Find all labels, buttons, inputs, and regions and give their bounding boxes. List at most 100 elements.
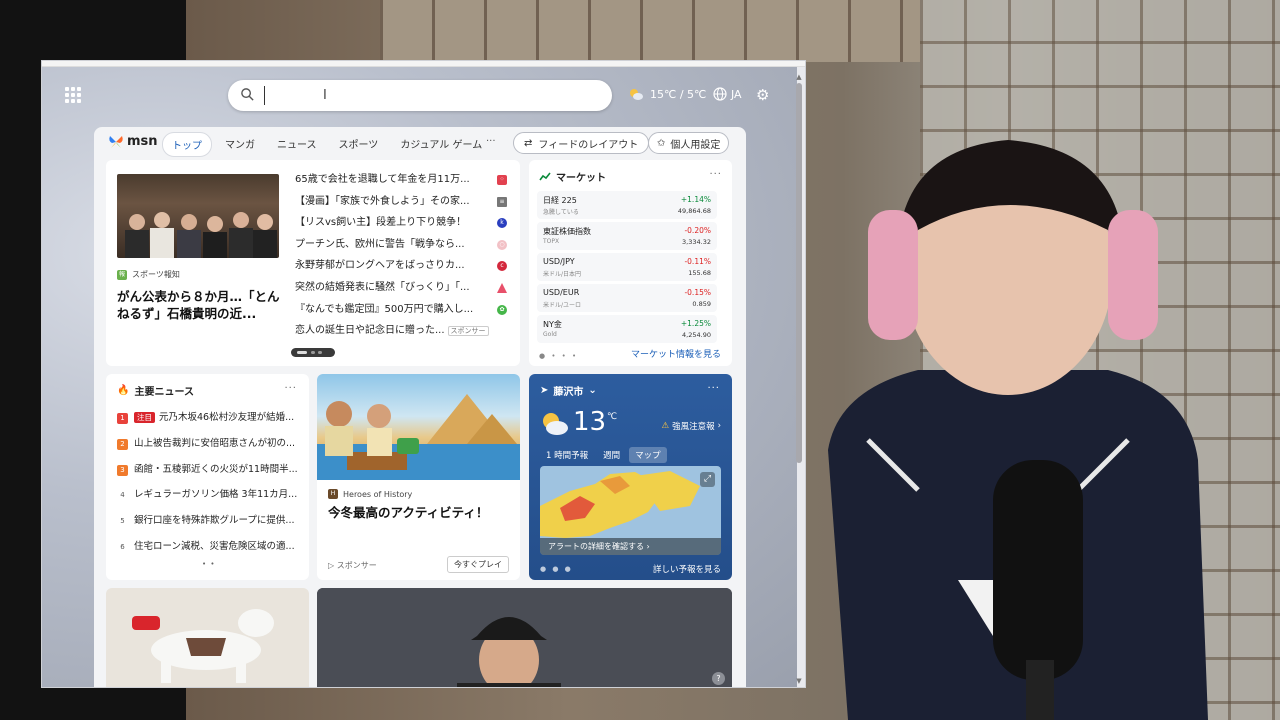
play-now-button[interactable]: 今すぐプレイ (447, 556, 509, 573)
tab-casual-games[interactable]: カジュアル ゲーム (391, 132, 491, 157)
language-selector[interactable]: JA (713, 87, 742, 101)
market-change: -0.15% (684, 288, 711, 297)
market-title: マーケット (556, 173, 606, 184)
headline-item[interactable]: 永野芽郁がロングヘアをばっさりカ... c (295, 255, 507, 277)
main-news-pager[interactable]: • • (202, 560, 215, 568)
market-row[interactable]: USD/JPY 米ドル/日本円 -0.11% 155.68 (537, 253, 717, 281)
headline-text: 『なんでも鑑定団』500万円で購入し... (295, 303, 474, 315)
feed-layout-button[interactable]: ⇄ フィードのレイアウト (513, 132, 650, 154)
hero-headline[interactable]: がん公表から８か月…「とんねるず」石橋貴明の近... (117, 288, 285, 322)
msn-logo[interactable]: msn (108, 134, 158, 149)
scroll-down-icon[interactable]: ▼ (795, 677, 803, 685)
main-news-text: 住宅ローン減税、災害危険区域の適... (134, 540, 295, 552)
expand-icon[interactable]: ⤢ (700, 472, 715, 487)
sliders-icon: ⇄ (524, 137, 533, 149)
msn-butterfly-icon (109, 135, 123, 148)
game-ad-source: H Heroes of History (328, 489, 412, 499)
header-weather[interactable]: 15℃ / 5℃ (628, 87, 706, 101)
rank-number: 3 (117, 464, 128, 476)
rank-number: 6 (120, 542, 125, 551)
tab-map[interactable]: マップ (629, 447, 667, 463)
settings-gear-icon[interactable]: ⚙ (756, 87, 772, 103)
market-sub: 米ドル/ユーロ (543, 302, 582, 309)
detailed-forecast-link[interactable]: 詳しい予報を見る (653, 563, 721, 575)
main-news-card: 🔥 主要ニュース ··· 1 注目 元乃木坂46松村沙友理が結婚... 2 山上被告裁… (106, 374, 309, 580)
headline-item[interactable]: 『なんでも鑑定団』500万円で購入し... ✿ (295, 299, 507, 321)
green-source-icon: ✿ (497, 304, 507, 315)
tab-weekly[interactable]: 週間 (597, 447, 626, 463)
main-news-item[interactable]: 3 函館・五稜郭近くの火災が11時間半... (117, 461, 302, 487)
nav-more-button[interactable]: ··· (486, 136, 496, 147)
pink-source-icon: ○ (497, 239, 507, 250)
market-sub: TOPX (543, 238, 560, 245)
search-input[interactable] (264, 86, 594, 105)
tab-manga[interactable]: マンガ (216, 132, 264, 157)
headline-item[interactable]: プーチン氏、欧州に警告「戦争なら... ○ (295, 234, 507, 256)
chevron-down-icon: ⌄ (588, 385, 597, 396)
headline-text: 突然の結婚発表に騒然「びっくり」「... (295, 281, 470, 293)
tab-sports[interactable]: スポーツ (330, 132, 388, 157)
headline-item[interactable]: 【漫画】「家族で外食しよう」その家... ≡ (295, 191, 507, 213)
game-ad-card[interactable]: H Heroes of History 今冬最高のアクティビティ！ ▷ スポンサ… (317, 374, 520, 580)
headline-text: 永野芽郁がロングヘアをばっさりカ... (295, 260, 465, 272)
main-news-item[interactable]: 1 注目 元乃木坂46松村沙友理が結婚... (117, 409, 302, 435)
market-change: -0.11% (684, 257, 711, 266)
market-value: 0.859 (692, 300, 711, 308)
page-scrollbar[interactable]: ▲ ▼ (795, 73, 803, 685)
weather-pager[interactable]: ● ● ● (540, 565, 573, 573)
scrollbar-thumb[interactable] (796, 83, 802, 463)
weather-alert[interactable]: ⚠ 強風注意報 › (661, 420, 721, 432)
game-ad-title[interactable]: 今冬最高のアクティビティ！ (328, 502, 488, 521)
market-row[interactable]: NY金 Gold +1.25% 4,254.90 (537, 315, 717, 343)
market-change: +1.25% (680, 319, 711, 328)
sports-hochi-logo-icon: 報 (117, 269, 127, 280)
headline-text: 【リスvs飼い主】段差上り下り競争！ (295, 217, 467, 229)
sponsored-headline[interactable]: 恋人の誕生日や記念日に贈った... スポンサー (295, 320, 507, 342)
flame-icon: 🔥 (117, 385, 130, 396)
apps-grid-icon[interactable] (65, 87, 81, 103)
scroll-up-icon[interactable]: ▲ (795, 73, 803, 81)
main-news-item[interactable]: 4 レギュラーガソリン価格 3年11カ月... (117, 486, 302, 512)
headline-item[interactable]: 65歳で会社を退職して年金を月11万... ⁘ (295, 169, 507, 191)
tab-news[interactable]: ニュース (268, 132, 326, 157)
tab-hourly[interactable]: 1 時間予報 (540, 447, 594, 463)
personalize-button[interactable]: ✩ 個人用設定 (648, 132, 730, 154)
new-tab-page: I 15℃ / 5℃ JA ⚙ msn トップ マンガ ニュース スポーツ カジ… (42, 67, 797, 687)
main-news-text: 函館・五稜郭近くの火災が11時間半... (134, 463, 298, 475)
group-photo (125, 212, 277, 258)
market-row[interactable]: 日経 225 急騰している +1.14% 49,864.68 (537, 191, 717, 219)
market-more-button[interactable]: ··· (709, 169, 722, 180)
personalize-label: 個人用設定 (670, 139, 721, 151)
market-sub: Gold (543, 331, 557, 338)
carousel-pager[interactable] (291, 348, 335, 357)
baseball-news-card[interactable] (317, 588, 732, 687)
headline-item[interactable]: 突然の結婚発表に騒然「びっくり」「... (295, 277, 507, 299)
warning-icon: ⚠ (661, 421, 670, 431)
search-box[interactable]: I (228, 80, 612, 111)
main-news-text: 山上被告裁判に安倍昭恵さんが初の... (134, 437, 296, 449)
hero-image[interactable] (117, 174, 279, 258)
main-news-more-button[interactable]: ··· (284, 383, 297, 394)
alert-details-button[interactable]: アラートの詳細を確認する › (540, 538, 721, 555)
help-icon[interactable]: ? (712, 672, 725, 685)
game-ad-sponsor-label: スポンサー (336, 561, 377, 570)
headline-item[interactable]: 【リスvs飼い主】段差上り下り競争！ k (295, 212, 507, 234)
globe-icon (713, 87, 727, 101)
market-pager[interactable]: ● • • • (539, 352, 578, 360)
weather-card: ➤ 藤沢市 ⌄ ··· 13 ℃ ⚠ 強風注意報 › 1 時間予報 週間 マップ… (529, 374, 732, 580)
market-header: マーケット (539, 169, 606, 184)
tab-top[interactable]: トップ (162, 132, 212, 157)
market-row[interactable]: USD/EUR 米ドル/ユーロ -0.15% 0.859 (537, 284, 717, 312)
k-source-icon: k (497, 218, 507, 229)
weather-location[interactable]: ➤ 藤沢市 ⌄ (540, 383, 597, 398)
main-news-item[interactable]: 2 山上被告裁判に安倍昭恵さんが初の... (117, 435, 302, 461)
horse-toy-card[interactable] (106, 588, 309, 687)
game-ad-sponsor: ▷ スポンサー (328, 560, 377, 571)
weather-map[interactable]: ⤢ アラートの詳細を確認する › (540, 466, 721, 555)
game-ad-image[interactable] (317, 374, 520, 480)
main-news-item[interactable]: 5 銀行口座を特殊詐欺グループに提供... (117, 512, 302, 538)
market-info-link[interactable]: マーケット情報を見る (631, 347, 721, 360)
market-row[interactable]: 東証株価指数 TOPX -0.20% 3,334.32 (537, 222, 717, 250)
feed-tabs: トップ マンガ ニュース スポーツ カジュアル ゲーム (162, 132, 491, 157)
weather-more-button[interactable]: ··· (707, 383, 720, 394)
